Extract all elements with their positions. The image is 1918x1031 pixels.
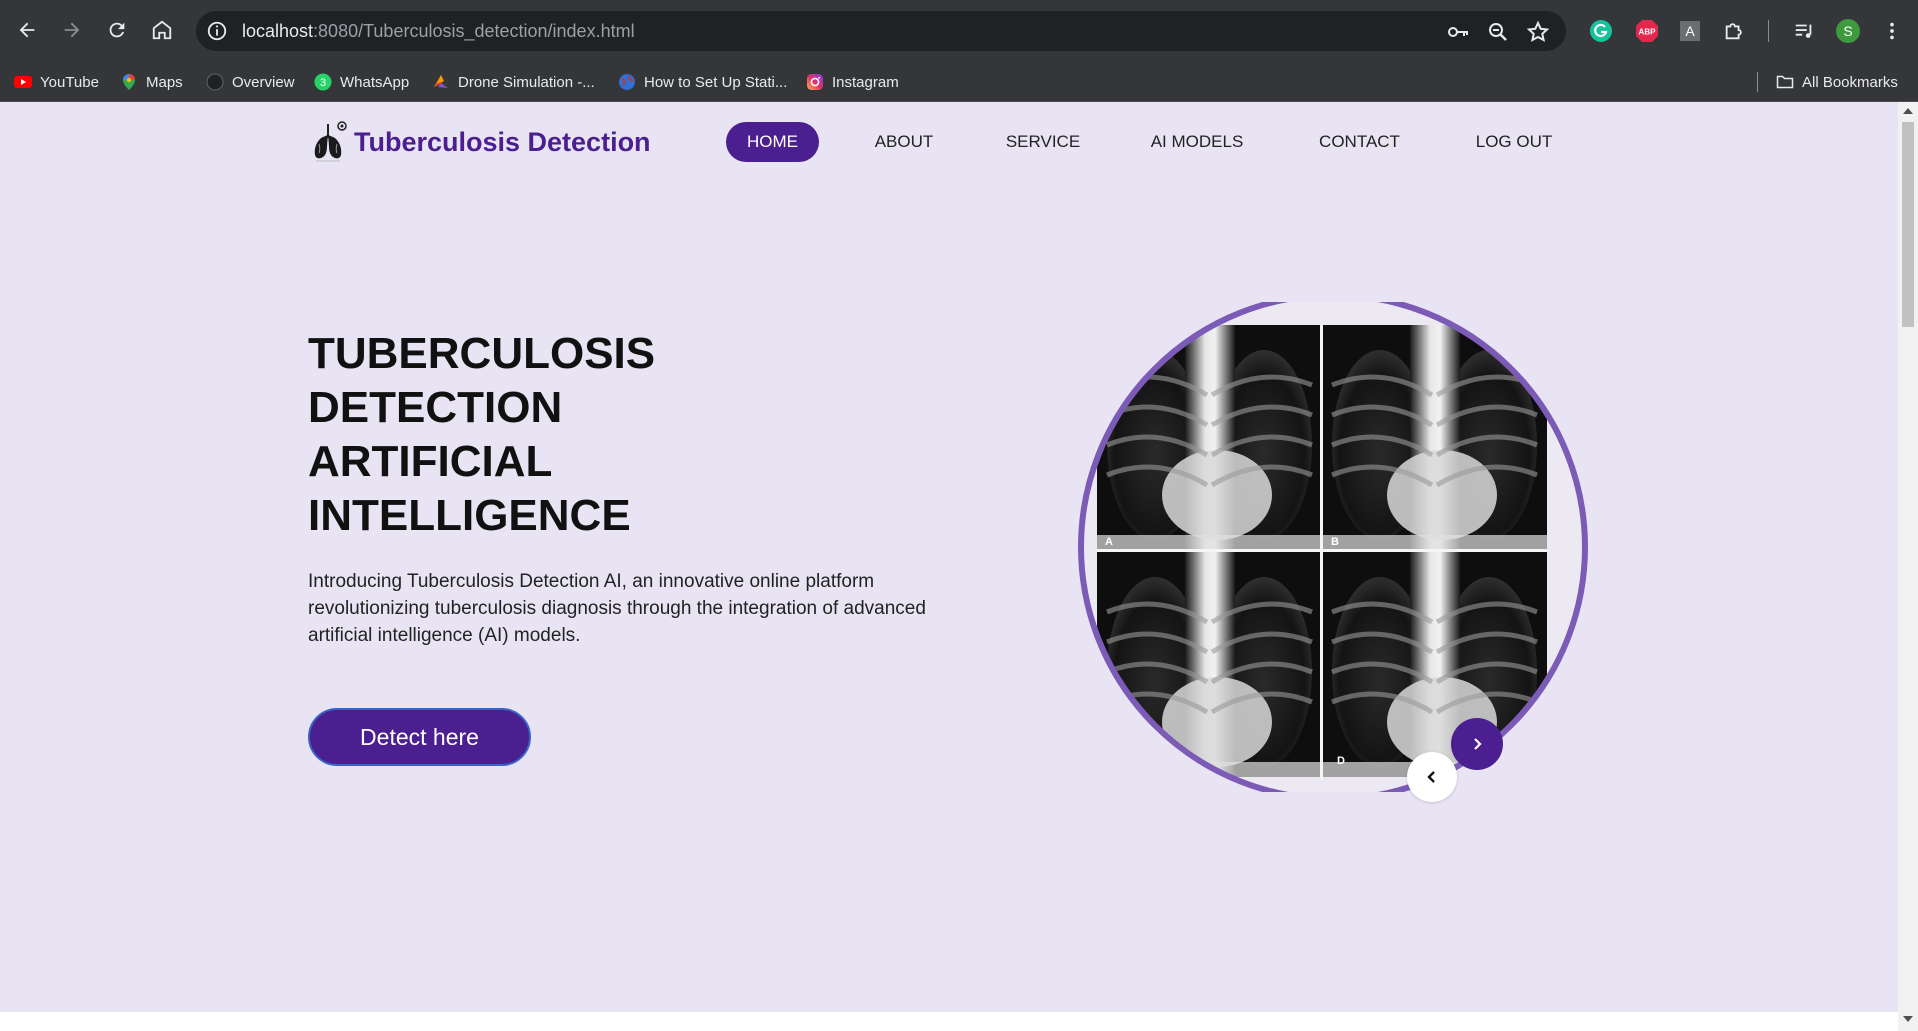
svg-text:A: A <box>1105 536 1113 548</box>
bookmark-how-to-set-up[interactable]: How to Set Up Stati... <box>618 70 787 94</box>
drone-icon <box>434 75 448 88</box>
grammarly-icon <box>1590 20 1612 42</box>
svg-text:3: 3 <box>320 77 326 89</box>
hero-title-line: DETECTION <box>308 383 563 432</box>
hero-title-line: INTELLIGENCE <box>308 491 631 540</box>
home-button[interactable] <box>145 13 179 47</box>
vertical-scrollbar[interactable] <box>1898 102 1918 1031</box>
arrow-right-icon <box>64 22 80 38</box>
avatar: S <box>1836 19 1860 43</box>
chevron-right-icon <box>1474 738 1482 750</box>
detect-here-button[interactable]: Detect here <box>308 708 531 766</box>
bookmark-label: How to Set Up Stati... <box>644 73 788 91</box>
forward-button[interactable] <box>55 13 89 47</box>
hero-title-line: TUBERCULOSIS <box>308 329 656 378</box>
back-button[interactable] <box>10 13 44 47</box>
browser-toolbar: localhost:8080/Tuberculosis_detection/in… <box>0 0 1918 62</box>
bookmark-label: Drone Simulation -... <box>458 73 595 91</box>
adblock-plus-icon: ABP <box>1636 20 1658 42</box>
page-viewport: Tuberculosis Detection HOME ABOUT SERVIC… <box>0 102 1898 1012</box>
carousel-prev-button[interactable] <box>1407 752 1457 802</box>
password-key-icon[interactable] <box>1446 20 1470 44</box>
nav-service[interactable]: SERVICE <box>1000 122 1086 162</box>
bookmark-label: Maps <box>146 73 183 91</box>
home-icon <box>152 20 172 40</box>
hero-title: TUBERCULOSIS DETECTION ARTIFICIAL INTELL… <box>308 327 828 543</box>
bookmark-label: Overview <box>232 73 295 91</box>
chest-xray-carousel-image: A B C D <box>1078 302 1588 792</box>
youtube-icon <box>14 76 32 88</box>
github-icon <box>206 73 224 91</box>
bookmark-overview[interactable]: Overview <box>206 70 295 94</box>
nav-ai-models[interactable]: AI MODELS <box>1148 122 1246 162</box>
brand-title[interactable]: Tuberculosis Detection <box>354 120 651 164</box>
grammarly-extension-button[interactable] <box>1587 17 1615 45</box>
address-bar[interactable]: localhost:8080/Tuberculosis_detection/in… <box>196 11 1566 51</box>
lungs-logo-icon[interactable] <box>308 120 348 166</box>
translate-extension-icon: A <box>1680 21 1700 41</box>
bookmarks-bar: YouTube Maps Overview 3 WhatsApp Drone S… <box>0 62 1918 102</box>
puzzle-icon <box>1725 23 1742 40</box>
nav-about[interactable]: ABOUT <box>863 122 945 162</box>
svg-text:ABP: ABP <box>1639 28 1657 37</box>
nav-log-out[interactable]: LOG OUT <box>1472 122 1556 162</box>
bookmark-youtube[interactable]: YouTube <box>14 70 99 94</box>
menu-button[interactable] <box>1878 17 1906 45</box>
bookmark-label: Instagram <box>832 73 899 91</box>
bookmark-label: YouTube <box>40 73 99 91</box>
svg-text:A: A <box>1685 23 1695 39</box>
translate-extension-button[interactable]: A <box>1676 17 1704 45</box>
folder-icon <box>1776 75 1794 89</box>
hero-description: Introducing Tuberculosis Detection AI, a… <box>308 571 926 646</box>
maps-icon <box>123 74 135 90</box>
bookmark-whatsapp[interactable]: 3 WhatsApp <box>314 70 409 94</box>
nav-home[interactable]: HOME <box>726 122 819 162</box>
instagram-icon <box>807 74 823 90</box>
all-bookmarks-button[interactable]: All Bookmarks <box>1776 70 1898 94</box>
page-bottom-strip <box>0 1012 1898 1031</box>
scrollbar-thumb[interactable] <box>1902 122 1914 327</box>
queue-music-icon <box>1795 24 1812 38</box>
scroll-down-arrow-icon[interactable] <box>1903 1016 1913 1022</box>
reload-button[interactable] <box>100 13 134 47</box>
svg-text:C: C <box>1105 763 1113 775</box>
scroll-up-arrow-icon[interactable] <box>1903 108 1913 114</box>
profile-button[interactable]: S <box>1834 17 1862 45</box>
carousel-next-button[interactable] <box>1451 718 1503 770</box>
chevron-left-icon <box>1427 771 1435 783</box>
reload-icon <box>109 22 125 38</box>
svg-text:D: D <box>1337 755 1345 767</box>
site-info-icon[interactable] <box>206 20 228 42</box>
hero-title-line: ARTIFICIAL <box>308 437 553 486</box>
toolbar-divider <box>1768 20 1769 42</box>
globe-icon <box>619 74 635 90</box>
bookmarks-divider <box>1757 72 1758 92</box>
whatsapp-icon: 3 <box>314 73 332 91</box>
zoom-icon[interactable] <box>1486 20 1510 44</box>
bookmark-maps[interactable]: Maps <box>120 70 183 94</box>
bookmark-instagram[interactable]: Instagram <box>806 70 899 94</box>
extensions-button[interactable] <box>1720 17 1748 45</box>
more-vertical-icon <box>1890 22 1894 40</box>
all-bookmarks-label: All Bookmarks <box>1802 73 1898 91</box>
arrow-left-icon <box>19 22 35 38</box>
bookmark-drone-simulation[interactable]: Drone Simulation -... <box>432 70 595 94</box>
url-text[interactable]: localhost:8080/Tuberculosis_detection/in… <box>242 11 635 51</box>
bookmark-star-icon[interactable] <box>1526 20 1550 44</box>
media-controls-button[interactable] <box>1790 17 1818 45</box>
bookmark-label: WhatsApp <box>340 73 410 91</box>
nav-contact[interactable]: CONTACT <box>1310 122 1409 162</box>
adblock-extension-button[interactable]: ABP <box>1633 17 1661 45</box>
svg-text:B: B <box>1331 536 1339 548</box>
